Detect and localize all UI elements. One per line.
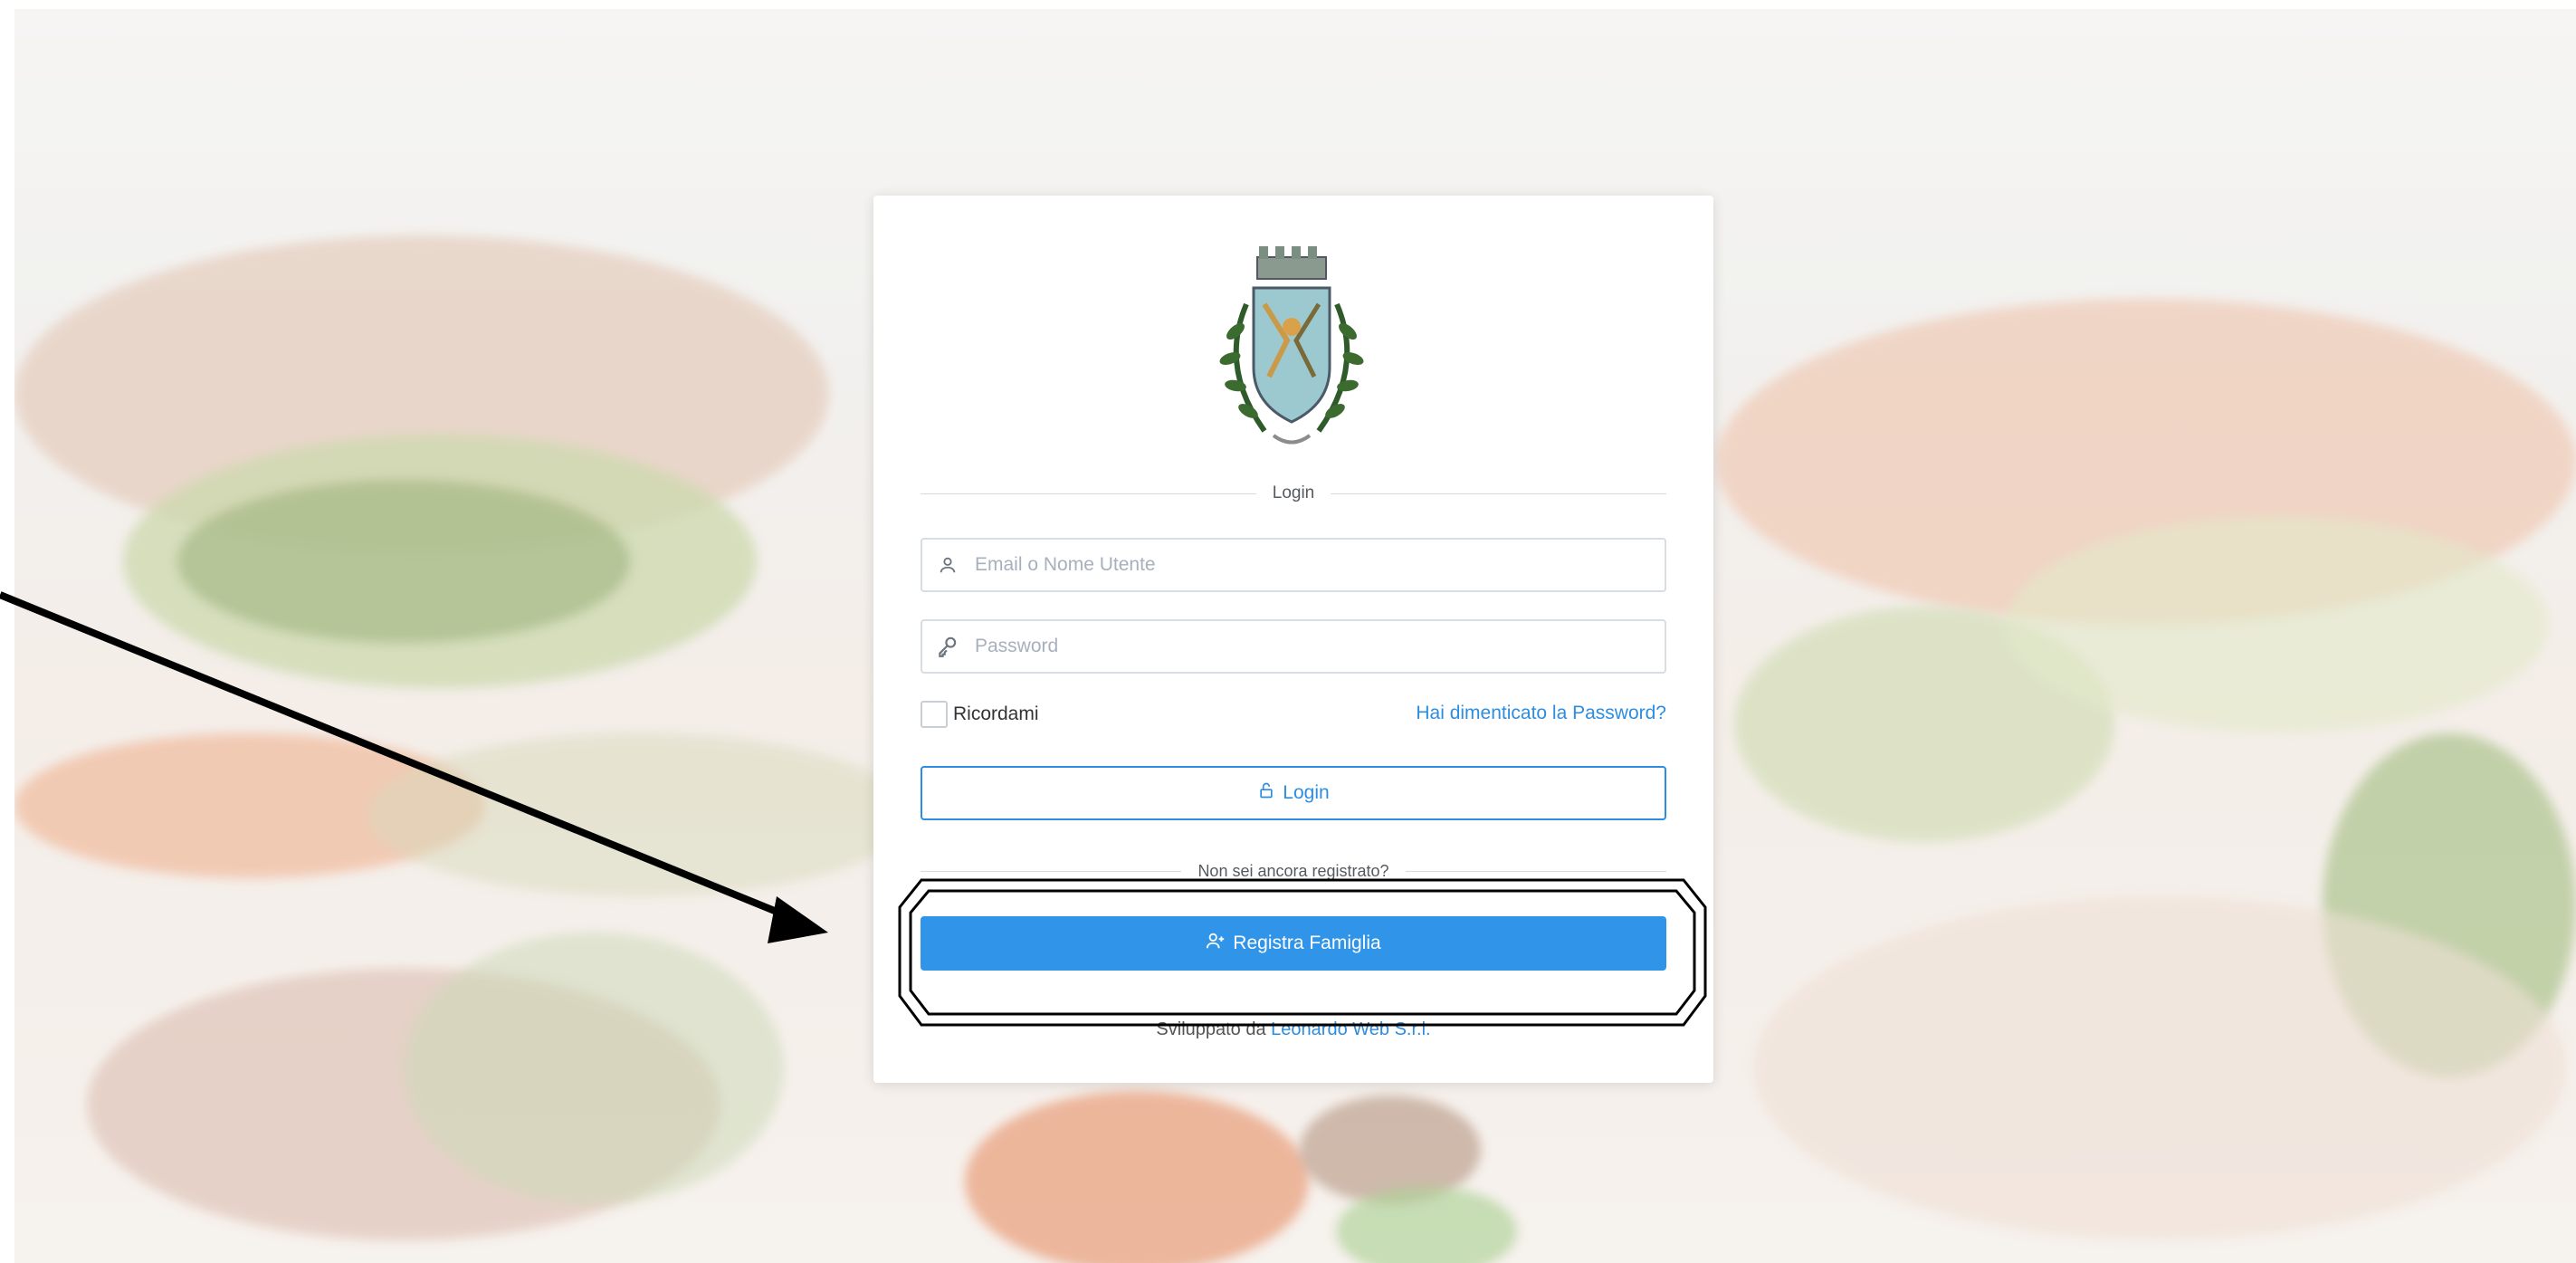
login-card: Login Ricordami Hai dimenticato la Passw… <box>873 196 1713 1083</box>
login-button-label: Login <box>1283 782 1330 803</box>
password-input[interactable] <box>973 620 1665 673</box>
footer-prefix: Sviluppato da <box>1156 1019 1266 1039</box>
password-field[interactable] <box>921 619 1666 674</box>
key-icon <box>922 621 973 672</box>
login-button[interactable]: Login <box>921 766 1666 820</box>
login-section-title: Login <box>1272 483 1315 502</box>
footer-credit: Sviluppato da Leonardo Web S.r.l. <box>873 1019 1713 1040</box>
footer-company-link[interactable]: Leonardo Web S.r.l. <box>1271 1019 1430 1039</box>
remember-checkbox[interactable] <box>921 701 948 728</box>
remember-label: Ricordami <box>953 703 1039 724</box>
login-section-divider: Login <box>921 481 1666 506</box>
register-family-button[interactable]: Registra Famiglia <box>921 916 1666 971</box>
municipal-coat-of-arms-icon <box>1219 246 1364 445</box>
register-button-label: Registra Famiglia <box>1233 933 1381 953</box>
lock-icon <box>1257 781 1275 805</box>
add-user-icon <box>1206 931 1226 956</box>
username-input[interactable] <box>973 539 1665 591</box>
username-field[interactable] <box>921 538 1666 592</box>
register-prompt: Non sei ancora registrato? <box>1197 861 1389 880</box>
forgot-password-link[interactable]: Hai dimenticato la Password? <box>1416 703 1666 724</box>
remember-me[interactable]: Ricordami <box>921 701 1039 728</box>
register-divider: Non sei ancora registrato? <box>921 858 1666 884</box>
user-icon <box>922 540 973 590</box>
